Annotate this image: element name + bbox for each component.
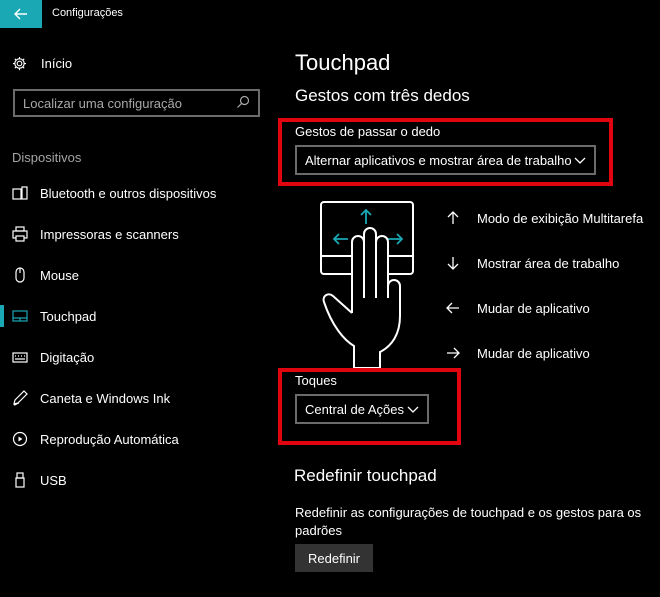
dropdown-value: Central de Ações	[305, 401, 405, 417]
section-heading: Gestos com três dedos	[295, 86, 470, 105]
gesture-label: Modo de exibição Multitarefa	[477, 210, 644, 226]
section-title: Dispositivos	[12, 150, 82, 165]
reset-description: Redefinir as configurações de touchpad e…	[295, 505, 642, 538]
gesture-right: Mudar de aplicativo	[445, 343, 660, 363]
gesture-label: Mostrar área de trabalho	[477, 255, 620, 271]
sidebar-item-label: Touchpad	[40, 308, 97, 324]
gesture-down: Mostrar área de trabalho	[445, 253, 660, 273]
search-box[interactable]	[13, 89, 260, 117]
arrow-left-icon	[445, 300, 461, 316]
sidebar-item-home[interactable]: Início	[12, 53, 72, 73]
pen-icon	[12, 390, 28, 406]
page-title: Touchpad	[295, 50, 391, 75]
window-title: Configurações	[52, 7, 123, 19]
sidebar-item-autoplay[interactable]: Reprodução Automática	[0, 424, 280, 454]
search-input[interactable]	[23, 94, 228, 112]
sidebar: Início Dispositivos Bluetooth e outros d…	[0, 28, 280, 597]
chevron-down-icon	[407, 406, 419, 413]
sidebar-item-label: Digitação	[40, 349, 95, 365]
sidebar-item-typing[interactable]: Digitação	[0, 342, 280, 372]
gesture-up: Modo de exibição Multitarefa	[445, 208, 660, 228]
arrow-up-icon	[445, 210, 461, 226]
sidebar-item-label: Início	[41, 55, 73, 71]
gear-icon	[12, 56, 27, 70]
taps-label: Toques	[295, 373, 337, 388]
gesture-label: Mudar de aplicativo	[477, 300, 590, 316]
sidebar-item-printers[interactable]: Impressoras e scanners	[0, 219, 280, 249]
back-button[interactable]	[0, 0, 42, 28]
swipe-gestures-dropdown[interactable]: Alternar aplicativos e mostrar área de t…	[295, 145, 596, 175]
reset-heading: Redefinir touchpad	[294, 466, 437, 485]
sidebar-item-label: Impressoras e scanners	[40, 226, 179, 242]
sidebar-item-label: Reprodução Automática	[40, 431, 179, 447]
sidebar-item-label: Bluetooth e outros dispositivos	[40, 185, 217, 201]
bluetooth-devices-icon	[12, 185, 28, 201]
autoplay-icon	[12, 431, 28, 447]
swipe-gestures-label: Gestos de passar o dedo	[295, 124, 441, 139]
chevron-down-icon	[574, 157, 586, 164]
gesture-left: Mudar de aplicativo	[445, 298, 660, 318]
gesture-label: Mudar de aplicativo	[477, 345, 590, 361]
printer-icon	[12, 226, 28, 242]
sidebar-item-bluetooth[interactable]: Bluetooth e outros dispositivos	[0, 178, 280, 208]
three-finger-gesture-illustration	[320, 201, 414, 369]
reset-button[interactable]: Redefinir	[295, 544, 373, 572]
sidebar-item-label: USB	[40, 472, 67, 488]
arrow-down-icon	[445, 255, 461, 271]
main-content: Touchpad Gestos com três dedos Gestos de…	[278, 0, 660, 597]
usb-icon	[12, 472, 28, 488]
sidebar-item-label: Caneta e Windows Ink	[40, 390, 171, 406]
taps-dropdown[interactable]: Central de Ações	[295, 394, 429, 424]
arrow-right-icon	[445, 345, 461, 361]
sidebar-item-usb[interactable]: USB	[0, 465, 280, 495]
sidebar-item-label: Mouse	[40, 267, 80, 283]
sidebar-item-mouse[interactable]: Mouse	[0, 260, 280, 290]
back-arrow-icon	[14, 8, 27, 20]
dropdown-value: Alternar aplicativos e mostrar área de t…	[305, 152, 572, 168]
active-indicator	[0, 305, 4, 327]
sidebar-item-touchpad[interactable]: Touchpad	[0, 301, 280, 331]
sidebar-item-pen[interactable]: Caneta e Windows Ink	[0, 383, 280, 413]
keyboard-icon	[12, 349, 28, 365]
touchpad-icon	[12, 308, 28, 324]
mouse-icon	[12, 267, 28, 283]
search-icon[interactable]	[236, 95, 250, 109]
